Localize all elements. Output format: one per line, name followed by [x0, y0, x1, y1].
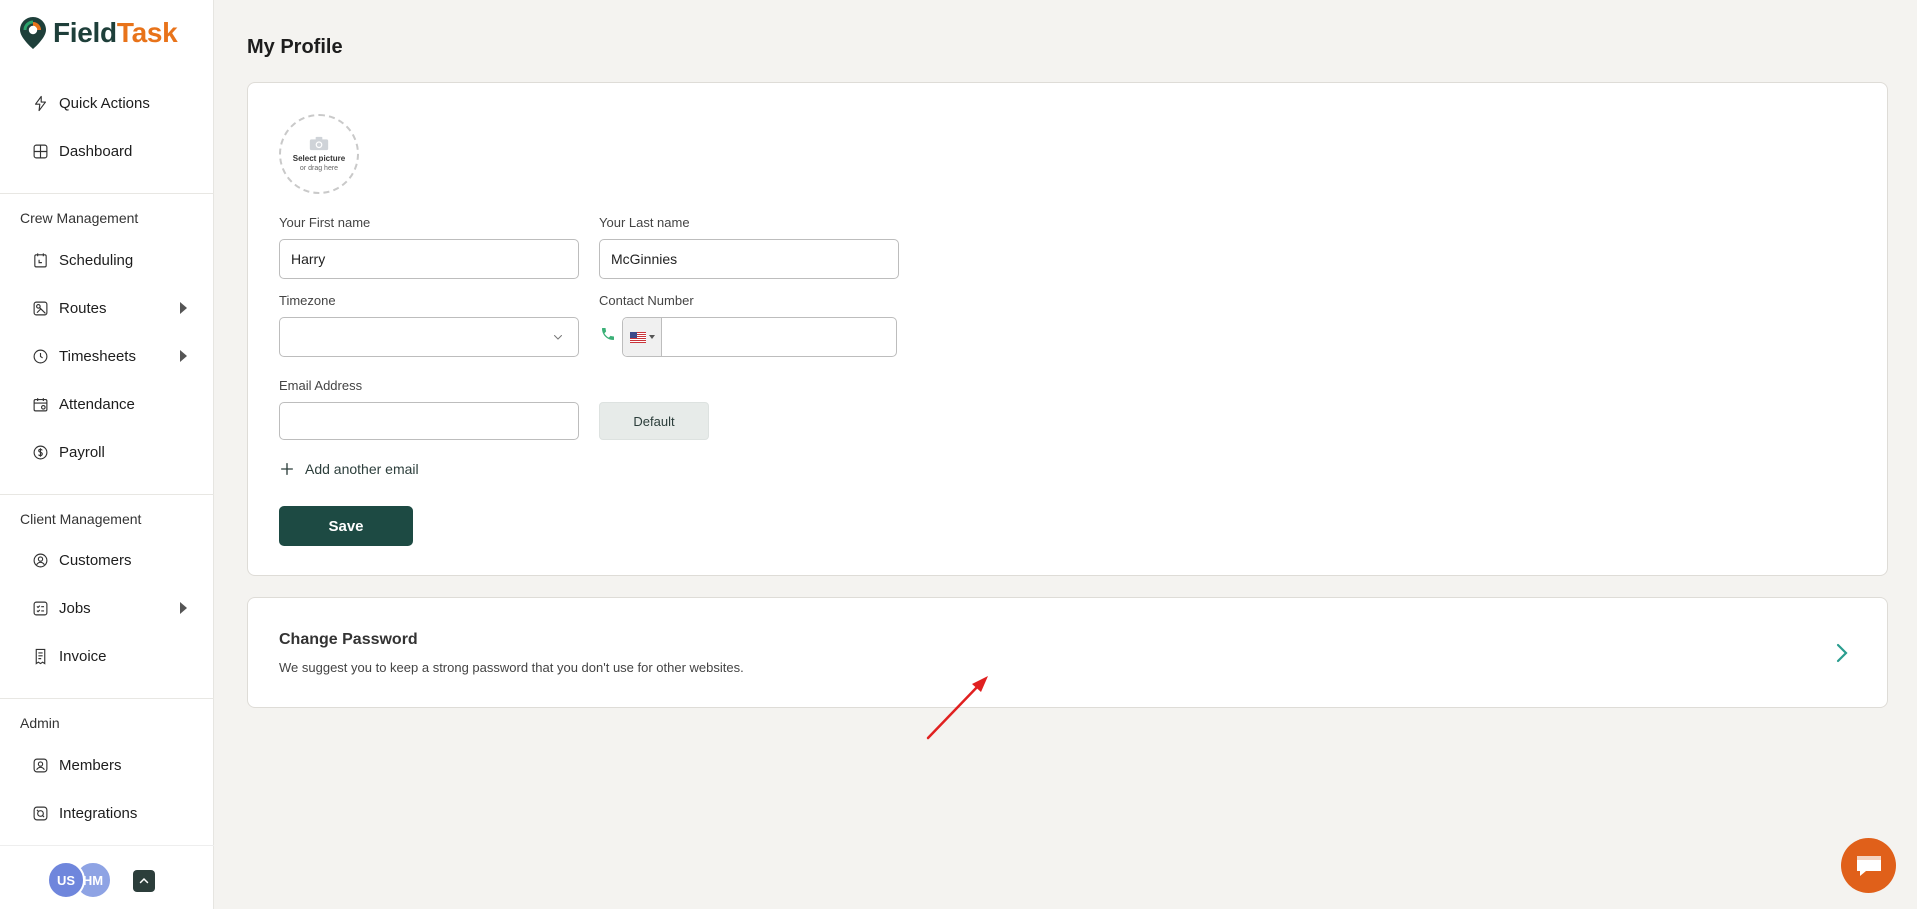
first-name-label: Your First name: [279, 215, 371, 230]
sidebar-divider: [0, 698, 214, 699]
timezone-label: Timezone: [279, 293, 336, 308]
add-email-button[interactable]: Add another email: [279, 461, 419, 477]
sidebar-item-label: Invoice: [59, 647, 107, 665]
brand-name-part1: Field: [53, 17, 117, 48]
sidebar-item-label: Routes: [59, 299, 107, 317]
camera-icon: [309, 136, 329, 151]
contact-number-input[interactable]: [663, 318, 896, 356]
calendar-icon: [32, 396, 49, 413]
chat-support-button[interactable]: [1841, 838, 1896, 893]
default-email-button[interactable]: Default: [599, 402, 709, 440]
section-label-admin: Admin: [20, 715, 60, 731]
sidebar-item-label: Customers: [59, 551, 132, 569]
integrations-icon: [32, 805, 49, 822]
email-input[interactable]: [279, 402, 579, 440]
sidebar-item-label: Integrations: [59, 804, 138, 822]
expand-caret-icon[interactable]: [180, 602, 187, 614]
schedule-icon: [32, 252, 49, 269]
profile-picture-dropzone[interactable]: Select picture or drag here: [279, 114, 359, 194]
sidebar-item-members[interactable]: Members: [32, 752, 192, 778]
change-password-card[interactable]: Change Password We suggest you to keep a…: [247, 597, 1888, 708]
contact-number-label: Contact Number: [599, 293, 694, 308]
sidebar-item-scheduling[interactable]: Scheduling: [32, 247, 192, 273]
change-password-title: Change Password: [279, 631, 418, 648]
sidebar-item-label: Attendance: [59, 395, 135, 413]
annotation-arrow-icon: [926, 676, 988, 740]
contact-number-field: [622, 317, 897, 357]
sidebar-item-invoice[interactable]: Invoice: [32, 643, 192, 669]
sidebar-item-label: Jobs: [59, 599, 91, 617]
brand-logo[interactable]: FieldTask: [19, 16, 178, 50]
section-label-client-management: Client Management: [20, 511, 142, 527]
sidebar-item-payroll[interactable]: Payroll: [32, 439, 192, 465]
chevron-up-icon: [139, 877, 149, 884]
sidebar-item-label: Members: [59, 756, 122, 774]
sidebar-item-attendance[interactable]: Attendance: [32, 391, 192, 417]
plus-icon: [281, 463, 293, 475]
picture-hint-subtitle: or drag here: [299, 165, 339, 172]
chevron-right-icon[interactable]: [1835, 642, 1849, 664]
first-name-input[interactable]: [279, 239, 579, 279]
sidebar-divider: [0, 494, 214, 495]
brand-name: FieldTask: [53, 17, 178, 49]
sidebar-divider: [0, 193, 214, 194]
members-icon: [32, 757, 49, 774]
sidebar-item-label: Quick Actions: [59, 94, 150, 112]
sidebar-item-label: Scheduling: [59, 251, 134, 269]
last-name-input[interactable]: [599, 239, 899, 279]
profile-card: Select picture or drag here Your First n…: [247, 82, 1888, 576]
avatar[interactable]: US: [47, 861, 85, 899]
email-label: Email Address: [279, 378, 363, 393]
country-code-selector[interactable]: [623, 318, 662, 356]
chevron-down-icon: [554, 335, 562, 340]
us-flag-icon: [629, 331, 646, 343]
sidebar-item-routes[interactable]: Routes: [32, 295, 192, 321]
jobs-icon: [32, 600, 49, 617]
sidebar-item-integrations[interactable]: Integrations: [32, 800, 192, 826]
dollar-icon: [32, 444, 49, 461]
picture-hint-title: Select picture: [292, 154, 346, 163]
chat-bubble-icon: [1856, 855, 1881, 876]
brand-name-part2: Task: [116, 17, 178, 48]
sidebar-item-quick-actions[interactable]: Quick Actions: [32, 90, 192, 116]
caret-down-icon: [648, 335, 655, 339]
sidebar-item-label: Timesheets: [59, 347, 136, 365]
sidebar-item-jobs[interactable]: Jobs: [32, 595, 192, 621]
change-password-subtitle: We suggest you to keep a strong password…: [279, 660, 744, 675]
customer-icon: [32, 552, 49, 569]
collapse-sidebar-button[interactable]: [133, 870, 155, 892]
clock-icon: [32, 348, 49, 365]
page-title: My Profile: [247, 36, 343, 58]
routes-icon: [32, 300, 49, 317]
timezone-select[interactable]: [279, 317, 579, 357]
sidebar-item-customers[interactable]: Customers: [32, 547, 192, 573]
expand-caret-icon[interactable]: [180, 302, 187, 314]
sidebar-item-label: Payroll: [59, 443, 105, 461]
sidebar-item-label: Dashboard: [59, 142, 133, 160]
phone-icon: [602, 328, 614, 340]
logo-pin-icon: [20, 17, 46, 49]
expand-caret-icon[interactable]: [180, 350, 187, 362]
sidebar-item-dashboard[interactable]: Dashboard: [32, 138, 192, 164]
bolt-icon: [32, 95, 49, 112]
sidebar: FieldTask Quick Actions Dashboard Crew M…: [0, 0, 214, 909]
save-button[interactable]: Save: [279, 506, 413, 546]
section-label-crew-management: Crew Management: [20, 210, 139, 226]
dashboard-icon: [32, 143, 49, 160]
invoice-icon: [32, 648, 49, 665]
sidebar-item-timesheets[interactable]: Timesheets: [32, 343, 192, 369]
sidebar-footer: US HM: [0, 845, 214, 909]
add-email-label: Add another email: [305, 461, 419, 477]
last-name-label: Your Last name: [599, 215, 690, 230]
